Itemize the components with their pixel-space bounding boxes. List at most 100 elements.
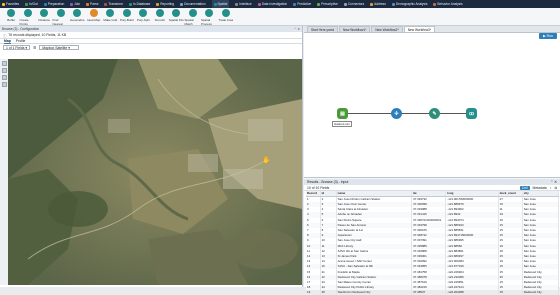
ribbon-tab[interactable]: Documentation — [180, 2, 206, 6]
ribbon-tab-label: Preparation — [47, 2, 65, 6]
browse-panel-title: Browse (3) - Configuration — [2, 27, 40, 31]
ribbon-tab[interactable]: Transform — [104, 2, 123, 6]
select-icon[interactable] — [1, 82, 7, 87]
ribbon-tab[interactable]: In/Out — [25, 2, 38, 6]
category-icon — [213, 2, 217, 6]
tool-icon — [23, 9, 32, 17]
ribbon-tab-label: Behavior Analysis — [437, 2, 463, 6]
ribbon-tab[interactable]: Preparation — [43, 2, 65, 6]
ribbon-tab-label: Favorites — [6, 2, 20, 6]
ribbon-tab[interactable]: Data Investigation — [257, 2, 288, 6]
create-points-tool[interactable]: ✎ — [429, 108, 440, 119]
ribbon-tab-label: Documentation — [184, 2, 206, 6]
tab-map[interactable]: Map — [4, 39, 11, 44]
zoom-out-icon[interactable] — [1, 75, 7, 80]
tool-palette: Buffer Create Points Distance Find Nearest G… — [0, 8, 560, 26]
tool-icon — [89, 9, 98, 17]
tab-profile[interactable]: Profile — [16, 39, 26, 43]
table-cell: 37.336721000000001 — [411, 217, 447, 223]
run-button[interactable]: ▶ Run — [539, 33, 557, 39]
workflow-tabs: Start Here.yxmd New Workflow1* New Workflo… — [304, 26, 560, 33]
palette-tool[interactable]: Make Grid — [102, 9, 119, 22]
pan-icon[interactable] — [1, 61, 7, 66]
tool-label: Generalize — [69, 18, 85, 22]
palette-tool[interactable]: Generalize — [69, 9, 86, 22]
tool-label: Poly-Build — [119, 18, 134, 22]
tool-label: Find Nearest — [52, 18, 64, 26]
ribbon-tab[interactable]: Address — [370, 2, 386, 6]
select-tool[interactable]: ✣ — [391, 108, 402, 119]
ribbon-tab[interactable]: Predictive — [293, 2, 311, 6]
field-select[interactable]: 1 of 1 Fields ▾ — [3, 45, 31, 50]
panel-controls-icon[interactable]: ⌃ ✕ — [294, 27, 300, 31]
workflow-canvas[interactable]: ▶ Run ▤ stations.csv ✣ ✎ ꝏ — [304, 33, 560, 178]
palette-tool[interactable]: Create Points — [20, 9, 37, 26]
ribbon-tab[interactable]: Demographic Analysis — [391, 2, 428, 6]
ribbon-tab[interactable]: Behavior Analysis — [433, 2, 463, 6]
palette-tool[interactable]: Smooth — [152, 9, 169, 22]
book-icon: ▤ — [340, 110, 345, 117]
tool-label: Create Points — [19, 18, 29, 26]
tool-label: Buffer — [7, 18, 16, 22]
cell-view-button[interactable]: Cell — [519, 185, 530, 190]
tool-icon — [205, 9, 214, 17]
ribbon-tab[interactable]: In-Database — [128, 2, 150, 6]
satellite-map[interactable]: ✋ — [8, 59, 302, 285]
palette-tool[interactable]: Poly-Split — [135, 9, 152, 22]
category-icon — [128, 2, 132, 6]
palette-tool[interactable]: Spatial Info — [168, 9, 185, 22]
palette-tool[interactable]: Heat Map — [86, 9, 103, 22]
palette-tool[interactable]: Spatial Process — [201, 9, 218, 26]
metadata-button[interactable]: Metadata — [533, 186, 547, 190]
results-table: Record id name lat long dock_count city 1 2 San … — [306, 191, 560, 295]
tool-label: Heat Map — [87, 18, 101, 22]
tool-icon — [188, 9, 197, 17]
input-data-tool[interactable]: ▤ — [337, 108, 348, 119]
zoom-in-icon[interactable] — [1, 68, 7, 73]
ribbon-tab-label: Join — [74, 2, 81, 6]
workflow-connection — [346, 113, 474, 114]
ribbon-tab-label: Address — [374, 2, 386, 6]
ribbon-tab[interactable]: Favorites — [2, 2, 19, 6]
palette-tool[interactable]: Poly-Build — [119, 9, 136, 22]
binoculars-icon: ꝏ — [468, 110, 475, 117]
category-icon — [156, 2, 160, 6]
ribbon-tab[interactable]: Connectors — [343, 2, 365, 6]
results-controls-icon[interactable]: ⌃ ✕ — [550, 180, 557, 184]
layers-icon[interactable]: ☰ — [33, 46, 36, 50]
ribbon-tab-label: In/Out — [29, 2, 38, 6]
workflow-tab[interactable]: Start Here.yxmd — [307, 26, 339, 32]
workflow-tab[interactable]: New Workflow3* — [403, 26, 436, 32]
copy-icon[interactable]: ⧉ — [555, 186, 557, 190]
category-icon — [25, 2, 29, 6]
palette-tool[interactable]: Find Nearest — [53, 9, 70, 26]
browse-tool[interactable]: ꝏ — [466, 108, 477, 119]
tool-icon — [221, 9, 230, 17]
basemap-select[interactable]: Mapbox Satellite ▾ — [39, 45, 80, 50]
workflow-tab[interactable]: New Workflow1* — [339, 26, 371, 32]
category-icon — [293, 2, 297, 6]
tool-icon — [106, 9, 115, 17]
ribbon-tab-label: Spatial — [217, 2, 228, 6]
browse-panel: Browse (3) - Configuration ⌃ ✕ ⓘ 76 reco… — [0, 26, 303, 287]
workflow-tab[interactable]: New Workflow2* — [371, 26, 403, 32]
palette-tool[interactable]: Distance — [36, 9, 53, 22]
ribbon-tab-label: Demographic Analysis — [395, 2, 428, 6]
category-icon — [180, 2, 184, 6]
palette-tool[interactable]: Spatial Match — [185, 9, 202, 26]
ribbon-tab-label: Parse — [90, 2, 99, 6]
table-row[interactable]: 19 25 Stanford in Redwood City 37.48537 -122… — [306, 290, 560, 295]
ribbon-tab-label: Connectors — [347, 2, 365, 6]
palette-tool[interactable]: Buffer — [3, 9, 20, 22]
search-icon[interactable]: ⌕ — [550, 186, 552, 190]
ribbon-tab[interactable]: Parse — [86, 2, 98, 6]
palette-tool[interactable]: Trade Area — [218, 9, 235, 22]
ribbon-tab-label: Data Investigation — [261, 2, 288, 6]
table-cell: 25 — [320, 290, 337, 295]
table-cell: Redwood City — [522, 290, 560, 295]
ribbon-tab[interactable]: Interface — [235, 2, 252, 6]
ribbon-tab[interactable]: Reporting — [156, 2, 174, 6]
ribbon-tab[interactable]: Spatial — [211, 0, 230, 8]
ribbon-tab[interactable]: Prescriptive — [317, 2, 338, 6]
ribbon-tab[interactable]: Join — [70, 2, 80, 6]
